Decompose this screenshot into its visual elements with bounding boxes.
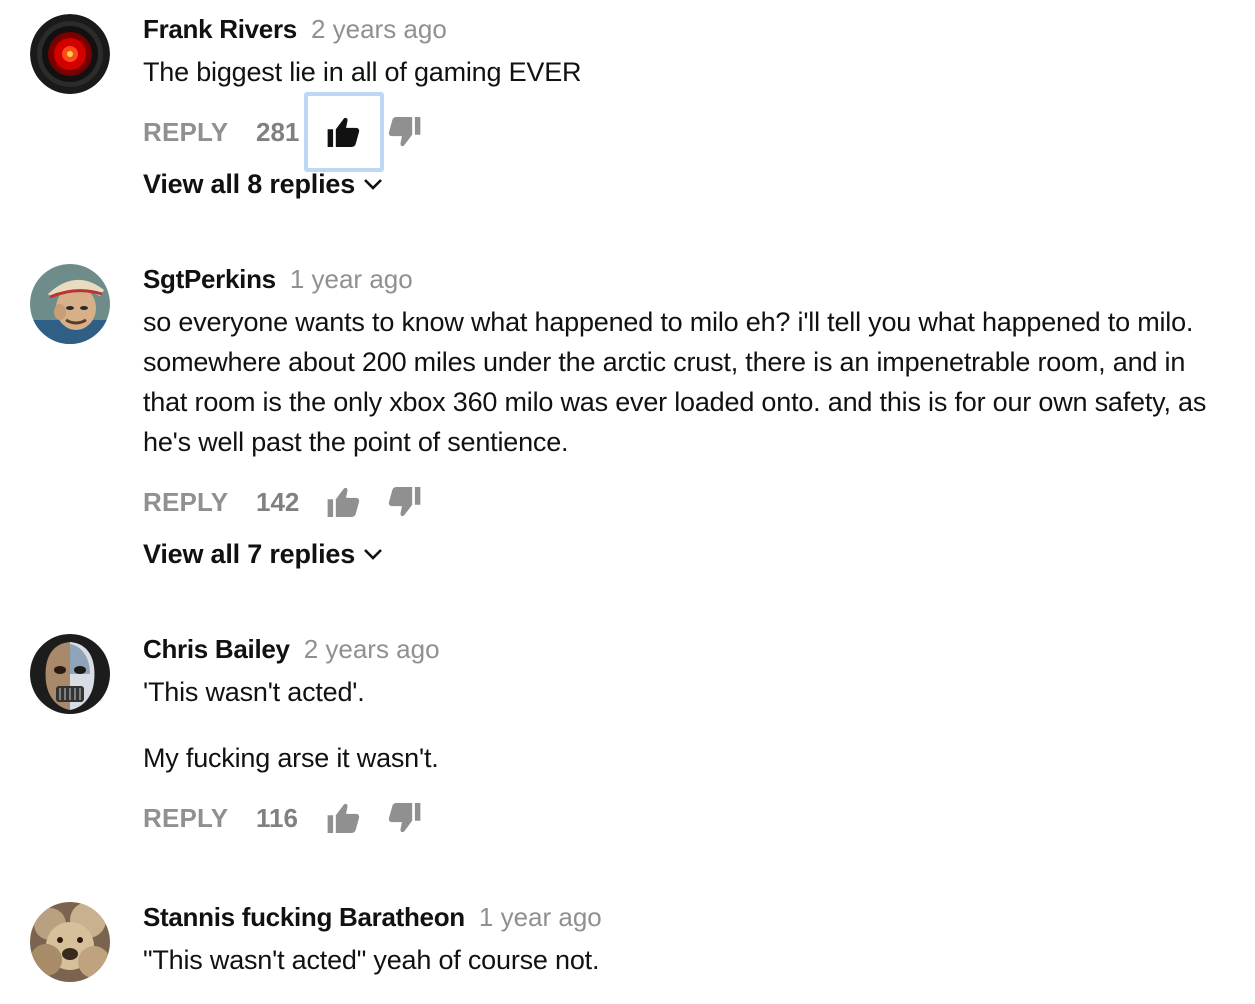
comment-paragraph: 'This wasn't acted'. [143,677,365,707]
like-button[interactable] [304,462,384,542]
like-button[interactable] [304,92,384,172]
reply-button[interactable]: REPLY [143,117,256,148]
cartoon-character-icon [30,264,110,344]
avatar[interactable] [30,14,110,94]
comment-paragraph: so everyone wants to know what happened … [143,307,1207,457]
comment-paragraph: My fucking arse it wasn't. [143,743,439,773]
reply-button[interactable]: REPLY [143,803,256,834]
comment-actions: REPLY 116 [143,788,1235,848]
comment-header: SgtPerkins 1 year ago [143,262,1235,296]
avatar[interactable] [30,634,110,714]
like-button[interactable] [304,778,384,858]
comment-author[interactable]: Chris Bailey [143,634,290,664]
thumb-up-icon [327,803,360,833]
comment-timestamp[interactable]: 1 year ago [479,902,602,932]
comment-paragraph: "This wasn't acted" yeah of course not. [143,945,600,975]
reply-button[interactable]: REPLY [143,487,256,518]
chevron-down-icon [364,549,382,560]
comment-author[interactable]: SgtPerkins [143,264,276,294]
comment-text: 'This wasn't acted'. My fucking arse it … [143,672,1235,778]
comment-text: so everyone wants to know what happened … [143,302,1235,462]
comment-actions: REPLY 281 [143,92,1235,172]
thumb-down-icon [388,117,421,147]
comment-header: Frank Rivers 2 years ago [143,12,1235,46]
comment-timestamp[interactable]: 2 years ago [304,634,440,664]
comment-actions: REPLY 142 [143,472,1235,532]
thumb-up-icon [327,487,360,517]
comment-timestamp[interactable]: 1 year ago [290,264,413,294]
comment-text: "This wasn't acted" yeah of course not. [143,940,1235,980]
dislike-button[interactable] [384,788,424,848]
comment-header: Stannis fucking Baratheon 1 year ago [143,900,1235,934]
thumb-up-icon [327,117,360,147]
comment-thread: Frank Rivers 2 years ago The biggest lie … [0,0,1255,1004]
comment-author[interactable]: Frank Rivers [143,14,297,44]
fluffy-dog-icon [30,902,110,982]
avatar[interactable] [30,264,110,344]
comment-author[interactable]: Stannis fucking Baratheon [143,902,465,932]
thumb-down-icon [388,487,421,517]
chevron-down-icon [364,179,382,190]
comment-text: The biggest lie in all of gaming EVER [143,52,1235,92]
dislike-button[interactable] [384,102,424,162]
comment-header: Chris Bailey 2 years ago [143,632,1235,666]
thumb-down-icon [388,803,421,833]
comment-paragraph: The biggest lie in all of gaming EVER [143,57,582,87]
dislike-button[interactable] [384,472,424,532]
avatar[interactable] [30,902,110,982]
masked-face-icon [30,634,110,714]
hal-eye-icon [30,14,110,94]
comment-timestamp[interactable]: 2 years ago [311,14,447,44]
